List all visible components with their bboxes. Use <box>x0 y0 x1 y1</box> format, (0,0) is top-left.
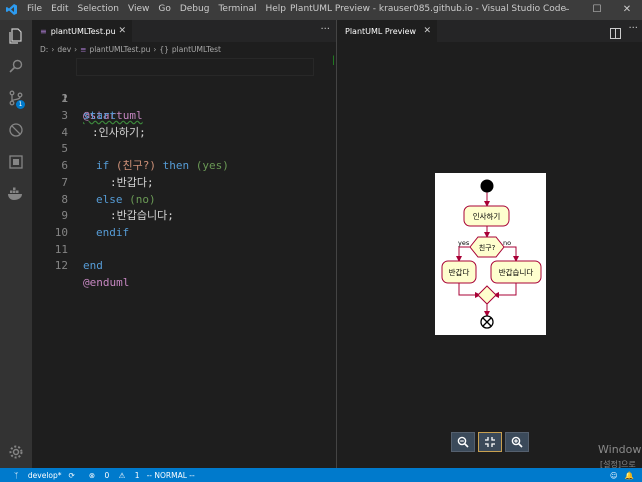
editor-tabs: ≡ plantUMLTest.pu ✕ ··· <box>32 20 336 42</box>
breadcrumb-symbol[interactable]: plantUMLTest <box>172 45 221 54</box>
settings-gear-icon[interactable] <box>0 438 32 466</box>
tab-label: PlantUML Preview <box>345 26 417 36</box>
zoom-out-icon <box>457 436 469 448</box>
code-text: end <box>83 259 103 273</box>
code-line: 7 else (no) <box>32 158 336 206</box>
menu-file[interactable]: File <box>27 4 42 14</box>
line-number: 12 <box>54 259 68 273</box>
tab-close-icon[interactable]: ✕ <box>118 26 126 36</box>
file-icon: ≡ <box>40 26 47 36</box>
error-count: 0 <box>104 470 110 480</box>
green-marker: │ <box>331 56 336 65</box>
search-icon[interactable] <box>0 52 32 80</box>
status-bar: ᛉ develop* ⟳ ⊗ 0 ⚠ 1 -- NORMAL -- ☺ 🔔 <box>0 468 642 482</box>
problems-item[interactable]: ⊗ 0 ⚠ 1 <box>82 471 140 480</box>
breadcrumb-drive[interactable]: D: <box>40 45 48 54</box>
tab-plantuml-preview[interactable]: PlantUML Preview ✕ <box>337 20 437 42</box>
maximize-icon[interactable]: ☐ <box>582 0 612 20</box>
chevron-right-icon: › <box>51 44 55 54</box>
braces-icon: {} <box>159 44 169 54</box>
menu-bar: File Edit Selection View Go Debug Termin… <box>27 4 286 14</box>
menu-edit[interactable]: Edit <box>51 4 68 14</box>
start-node <box>480 179 494 193</box>
code-line: 2 start <box>32 75 336 122</box>
code-line: 9 endif <box>32 192 336 239</box>
branch-name: develop* <box>27 470 62 480</box>
zoom-out-button[interactable] <box>451 432 475 452</box>
current-line-highlight <box>76 58 314 76</box>
plantuml-preview-pane: PlantUML Preview ✕ ··· │ 인사하기 친구? yes no <box>331 20 642 468</box>
code-text: @enduml <box>83 275 130 289</box>
warning-count: 1 <box>134 470 140 480</box>
vim-mode: -- NORMAL -- <box>146 470 195 480</box>
code-line: 4 <box>32 108 336 139</box>
activity-label: 반갑다 <box>449 268 470 277</box>
code-line: 12 @enduml <box>32 242 336 289</box>
minimize-icon[interactable]: – <box>552 0 582 20</box>
notifications-bell-icon[interactable]: 🔔 <box>625 471 634 480</box>
code-area[interactable]: 1 @startuml 2 start 3 :인사하기; 4 5 if (친구?… <box>32 58 336 289</box>
code-line: 3 :인사하기; <box>32 91 336 139</box>
activity-bar: 1 <box>0 20 32 468</box>
split-editor-icon[interactable] <box>610 24 621 43</box>
close-icon[interactable]: ✕ <box>612 0 642 20</box>
zoom-in-button[interactable] <box>505 432 529 452</box>
fit-icon <box>485 437 495 447</box>
menu-terminal[interactable]: Terminal <box>218 4 256 14</box>
code-line: 5 if (친구?) then (yes) <box>32 125 336 172</box>
chevron-right-icon: › <box>153 44 157 54</box>
tab-plantumltest[interactable]: ≡ plantUMLTest.pu ✕ <box>32 20 132 42</box>
vscode-logo-icon <box>6 4 17 18</box>
source-control-icon[interactable]: 1 <box>0 84 32 112</box>
window-controls: – ☐ ✕ <box>552 0 642 20</box>
code-editor: ≡ plantUMLTest.pu ✕ ··· D: › dev › ≡ pla… <box>32 20 336 468</box>
preview-tabs: PlantUML Preview ✕ ··· <box>337 20 642 42</box>
chevron-right-icon: › <box>74 44 78 54</box>
code-line: 6 :반갑다; <box>32 141 336 189</box>
feedback-smiley-icon[interactable]: ☺ <box>610 471 618 480</box>
zoom-in-icon <box>511 436 523 448</box>
menu-selection[interactable]: Selection <box>78 4 119 14</box>
merge-node <box>477 285 497 305</box>
code-line: 8 :반갑습니다; <box>32 175 336 223</box>
activity-label: 인사하기 <box>473 211 501 221</box>
breadcrumb-file[interactable]: plantUMLTest.pu <box>89 45 150 54</box>
menu-go[interactable]: Go <box>158 4 170 14</box>
breadcrumb: D: › dev › ≡ plantUMLTest.pu › {} plantU… <box>32 42 336 56</box>
menu-help[interactable]: Help <box>265 4 286 14</box>
git-branch-icon: ᛉ <box>14 470 19 480</box>
explorer-icon[interactable] <box>0 22 32 50</box>
code-line: 10 <box>32 208 336 239</box>
file-icon: ≡ <box>80 44 87 54</box>
extensions-icon[interactable] <box>0 148 32 176</box>
menu-debug[interactable]: Debug <box>180 4 210 14</box>
sync-icon[interactable]: ⟳ <box>69 471 75 480</box>
breadcrumb-folder[interactable]: dev <box>57 45 71 54</box>
code-line: 1 @startuml <box>32 58 336 122</box>
menu-view[interactable]: View <box>128 4 149 14</box>
warning-icon: ⚠ <box>118 470 126 480</box>
no-label: no <box>503 239 511 247</box>
more-actions-icon[interactable]: ··· <box>320 24 330 35</box>
error-icon: ⊗ <box>88 470 96 480</box>
activity-diagram: 인사하기 친구? yes no 반갑다 반갑습니다 <box>435 173 546 335</box>
source-control-badge: 1 <box>16 100 25 109</box>
tab-close-icon[interactable]: ✕ <box>423 26 431 36</box>
code-line: 11 end <box>32 225 336 273</box>
debug-icon[interactable] <box>0 116 32 144</box>
windows-activation-watermark: Window <box>598 443 642 456</box>
docker-icon[interactable] <box>0 180 32 208</box>
yes-label: yes <box>458 239 470 247</box>
branch-item[interactable]: ᛉ develop* <box>7 471 62 480</box>
window-title: PlantUML Preview - krauser085.github.io … <box>290 4 566 14</box>
zoom-fit-button[interactable] <box>478 432 502 452</box>
decision-label: 친구? <box>479 243 496 252</box>
title-bar: File Edit Selection View Go Debug Termin… <box>0 0 642 20</box>
more-actions-icon[interactable]: ··· <box>628 23 638 34</box>
activity-label: 반갑습니다 <box>499 268 534 277</box>
tab-label: plantUMLTest.pu <box>50 26 116 36</box>
